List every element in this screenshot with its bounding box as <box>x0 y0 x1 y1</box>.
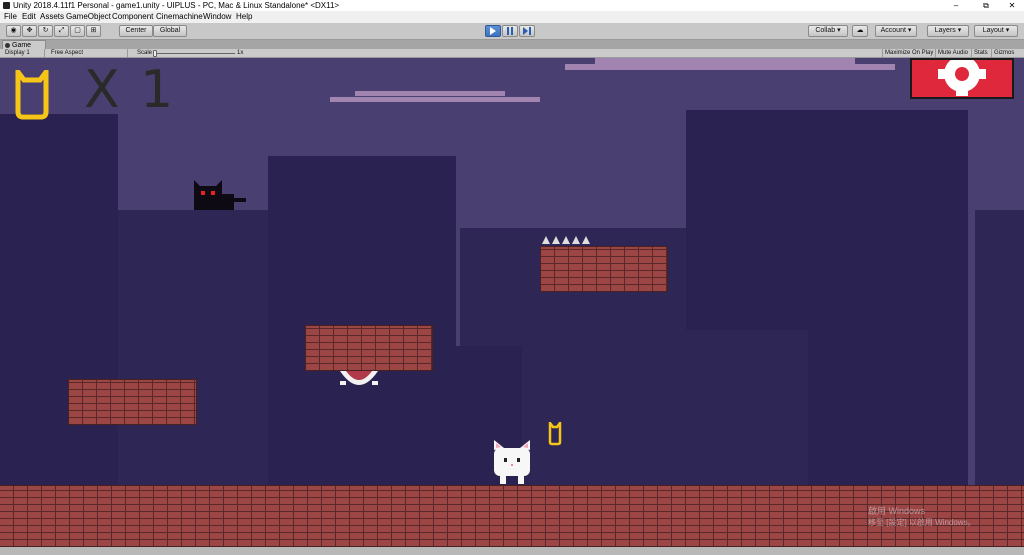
layers-dropdown[interactable]: Layers ▾ <box>927 25 969 37</box>
pivot-center-button[interactable]: Center <box>119 25 153 37</box>
scale-value: 1x <box>237 50 244 56</box>
cloud <box>565 64 895 70</box>
settings-gear-panel[interactable] <box>910 58 1014 99</box>
pause-icon <box>507 27 513 35</box>
background-building <box>598 330 808 494</box>
cloud <box>330 97 540 102</box>
stats-toggle[interactable]: Stats <box>971 49 990 58</box>
aspect-dropdown[interactable]: Free Aspect <box>48 49 128 58</box>
cloud-button[interactable]: ☁ <box>852 25 868 37</box>
scale-slider-thumb[interactable] <box>153 50 157 57</box>
scale-label: Scale <box>137 50 153 56</box>
minimize-button[interactable]: – <box>944 0 968 11</box>
main-toolbar: ◉ ✥ ↻ ⤢ ▢ ⊞ Center Global Collab ▾ ☁ Acc… <box>0 23 1024 40</box>
game-controller-icon <box>5 43 10 48</box>
menu-gameobject[interactable]: GameObject <box>66 11 111 23</box>
brick-platform <box>305 325 433 371</box>
brick-platform <box>68 379 197 425</box>
layout-dropdown[interactable]: Layout ▾ <box>974 25 1018 37</box>
step-button[interactable] <box>519 25 535 37</box>
rect-tool-button[interactable]: ▢ <box>70 25 85 37</box>
pause-button[interactable] <box>502 25 518 37</box>
play-icon <box>490 27 496 35</box>
viewport-bottom-edge <box>0 547 1024 555</box>
activation-watermark-subtitle: 移至 [設定] 以啟用 Windows。 <box>868 518 976 527</box>
space-global-button[interactable]: Global <box>153 25 187 37</box>
menu-window[interactable]: Window <box>203 11 231 23</box>
menu-file[interactable]: File <box>4 11 17 23</box>
transform-tool-button[interactable]: ⊞ <box>86 25 101 37</box>
cloud <box>595 58 855 64</box>
scale-icon: ⤢ <box>58 27 65 34</box>
hanging-creature <box>340 371 378 385</box>
spike-trap <box>552 236 560 244</box>
game-view-toolbar: Display 1 Free Aspect Scale 1x Maximize … <box>0 49 1024 58</box>
menu-component[interactable]: Component <box>112 11 153 23</box>
step-icon <box>523 27 531 35</box>
window-title-bar: Unity 2018.4.11f1 Personal - game1.unity… <box>0 0 1024 11</box>
rotate-icon: ↻ <box>42 27 49 34</box>
menu-help[interactable]: Help <box>236 11 252 23</box>
white-cat-player <box>494 440 530 484</box>
cloud-icon: ☁ <box>856 27 864 34</box>
menu-edit[interactable]: Edit <box>22 11 36 23</box>
background-building <box>0 114 118 494</box>
cloud <box>355 91 505 96</box>
cat-ear-token-icon <box>15 70 49 120</box>
gear-icon <box>938 58 986 96</box>
rotate-tool-button[interactable]: ↻ <box>38 25 53 37</box>
background-building <box>975 210 1024 494</box>
mute-audio-toggle[interactable]: Mute Audio <box>935 49 970 58</box>
spike-trap <box>582 236 590 244</box>
black-cat-enemy <box>194 180 246 210</box>
cat-ear-token-pickup <box>548 422 562 446</box>
move-icon: ✥ <box>26 27 33 34</box>
move-tool-button[interactable]: ✥ <box>22 25 37 37</box>
scale-slider-track[interactable] <box>155 53 235 54</box>
transform-icon: ⊞ <box>90 27 97 34</box>
scale-tool-button[interactable]: ⤢ <box>54 25 69 37</box>
window-title: Unity 2018.4.11f1 Personal - game1.unity… <box>13 1 340 10</box>
activation-watermark-title: 啟用 Windows <box>868 506 926 516</box>
eye-icon: ◉ <box>10 27 17 34</box>
account-dropdown[interactable]: Account ▾ <box>875 25 917 37</box>
menu-bar: File Edit Assets GameObject Component Ci… <box>0 11 1024 23</box>
spike-trap <box>562 236 570 244</box>
collab-button[interactable]: Collab ▾ <box>808 25 848 37</box>
gizmos-dropdown[interactable]: Gizmos <box>991 49 1016 58</box>
background-building <box>118 210 278 494</box>
play-button[interactable] <box>485 25 501 37</box>
unity-logo-icon <box>3 2 10 9</box>
menu-assets[interactable]: Assets <box>40 11 64 23</box>
tab-game-label: Game <box>12 42 32 49</box>
brick-platform <box>540 246 668 292</box>
game-tab-row: Game <box>0 40 1024 49</box>
maximize-on-play-toggle[interactable]: Maximize On Play <box>882 49 935 58</box>
game-viewport[interactable]: X 1 啟用 Windows 移至 [設定] 以啟用 Windows。 <box>0 58 1024 555</box>
menu-cinemachine[interactable]: Cinemachine <box>156 11 203 23</box>
close-button[interactable]: ✕ <box>1000 0 1024 11</box>
rect-icon: ▢ <box>74 27 81 34</box>
spike-trap <box>542 236 550 244</box>
spike-trap <box>572 236 580 244</box>
maximize-button[interactable]: ⧉ <box>974 0 998 11</box>
lives-counter: X 1 <box>84 60 176 120</box>
display-dropdown[interactable]: Display 1 <box>2 49 45 58</box>
hand-tool-button[interactable]: ◉ <box>6 25 21 37</box>
tab-game[interactable]: Game <box>2 40 46 49</box>
